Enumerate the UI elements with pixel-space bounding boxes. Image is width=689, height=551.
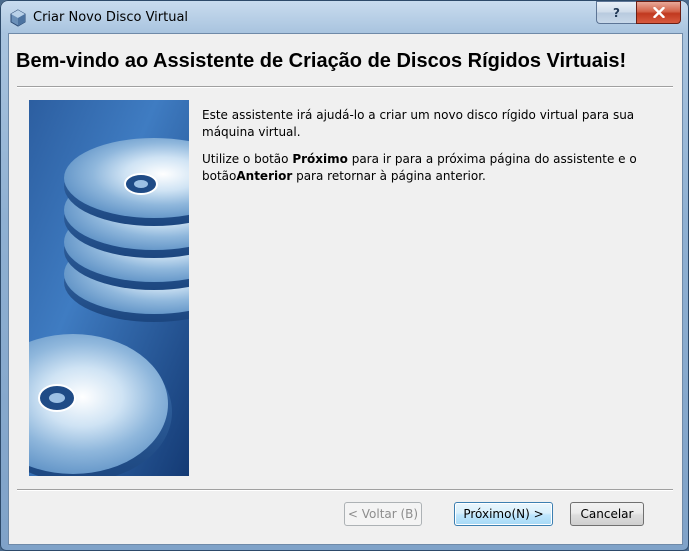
intro-paragraph: Este assistente irá ajudá-lo a criar um … (202, 108, 635, 139)
close-button[interactable] (636, 1, 681, 24)
header-separator (17, 86, 673, 88)
back-keyword: Anterior (236, 169, 293, 183)
cancel-button-label: Cancelar (580, 507, 634, 521)
cancel-button[interactable]: Cancelar (570, 502, 644, 526)
virtualbox-icon (9, 9, 27, 27)
caption-buttons: ? (596, 1, 681, 24)
dialog-window: Criar Novo Disco Virtual ? Bem-vindo ao … (0, 0, 689, 551)
help-icon: ? (613, 5, 620, 20)
help-button[interactable]: ? (596, 1, 636, 24)
dialog-client-area: Bem-vindo ao Assistente de Criação de Di… (8, 33, 683, 545)
back-button[interactable]: < Voltar (B) (344, 502, 422, 526)
close-icon (652, 7, 665, 18)
title-bar[interactable]: Criar Novo Disco Virtual ? (0, 0, 689, 34)
back-button-label: < Voltar (B) (347, 507, 419, 521)
page-title: Bem-vindo ao Assistente de Criação de Di… (16, 50, 627, 72)
next-button-label: Próximo(N) > (463, 507, 544, 521)
wizard-description: Este assistente irá ajudá-lo a criar um … (202, 107, 672, 195)
next-keyword: Próximo (292, 152, 348, 166)
next-button[interactable]: Próximo(N) > (454, 502, 553, 526)
stacked-discs-illustration (29, 100, 189, 476)
window-title: Criar Novo Disco Virtual (33, 10, 189, 25)
instruction-prefix: Utilize o botão (202, 152, 293, 166)
instruction-paragraph: Utilize o botão Próximo para ir para a p… (202, 151, 672, 185)
instruction-suffix: para retornar à página anterior. (292, 169, 486, 183)
wizard-side-image (29, 100, 189, 476)
footer-separator (17, 489, 673, 491)
